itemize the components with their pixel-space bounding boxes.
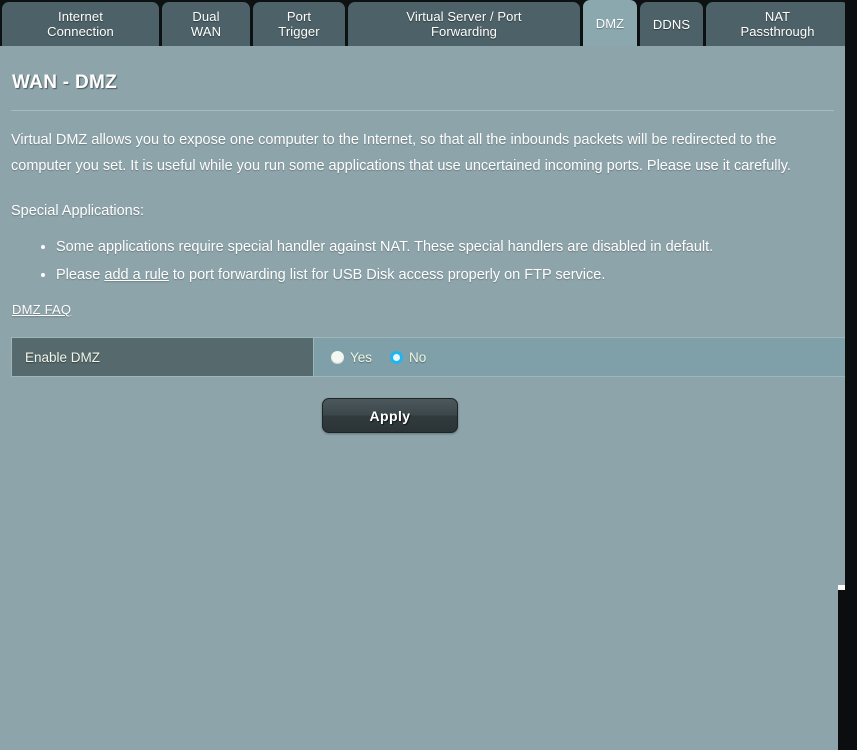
apply-button[interactable]: Apply bbox=[322, 398, 458, 433]
list-item-text: Some applications require special handle… bbox=[56, 239, 714, 255]
dmz-faq-link[interactable]: DMZ FAQ bbox=[12, 302, 71, 317]
special-applications-heading: Special Applications: bbox=[11, 203, 144, 219]
right-edge-strip bbox=[845, 0, 857, 750]
tab-ddns[interactable]: DDNS bbox=[640, 2, 703, 46]
tab-dual-wan[interactable]: Dual WAN bbox=[162, 2, 250, 46]
tab-nat-passthrough[interactable]: NAT Passthrough bbox=[706, 2, 849, 46]
add-a-rule-link[interactable]: add a rule bbox=[104, 267, 169, 283]
tab-bar: Internet Connection Dual WAN Port Trigger V… bbox=[0, 0, 849, 46]
radio-dot-icon[interactable] bbox=[390, 350, 404, 364]
enable-dmz-label: Enable DMZ bbox=[12, 338, 314, 376]
page-title: WAN - DMZ bbox=[12, 72, 118, 93]
tab-port-trigger[interactable]: Port Trigger bbox=[253, 2, 345, 46]
tab-internet-connection[interactable]: Internet Connection bbox=[2, 2, 159, 46]
radio-dot-icon[interactable] bbox=[331, 350, 344, 364]
list-item-text: Please bbox=[56, 267, 105, 283]
apply-button-row: Apply bbox=[11, 398, 849, 433]
list-item: Some applications require special handle… bbox=[56, 233, 834, 261]
special-applications-list: Some applications require special handle… bbox=[11, 233, 834, 289]
list-item-text-after: to port forwarding list for USB Disk acc… bbox=[168, 267, 606, 283]
dmz-settings-panel: WAN - DMZ Virtual DMZ allows you to expo… bbox=[0, 46, 849, 750]
intro-description: Virtual DMZ allows you to expose one com… bbox=[11, 132, 791, 174]
enable-dmz-radio-no[interactable]: No bbox=[390, 350, 426, 365]
enable-dmz-radio-group: Yes No bbox=[331, 350, 426, 365]
settings-table: Enable DMZ Yes No bbox=[11, 337, 849, 377]
list-item: Please add a rule to port forwarding lis… bbox=[56, 261, 834, 289]
router-admin-screen: Internet Connection Dual WAN Port Trigger V… bbox=[0, 0, 857, 750]
tab-dmz[interactable]: DMZ bbox=[583, 0, 637, 46]
enable-dmz-value-cell: Yes No bbox=[314, 338, 848, 376]
radio-label: Yes bbox=[350, 349, 373, 365]
radio-label: No bbox=[409, 349, 427, 365]
tab-virtual-server---port-forwarding[interactable]: Virtual Server / Port Forwarding bbox=[348, 2, 580, 46]
right-edge-strip-lower bbox=[838, 590, 846, 750]
title-divider bbox=[11, 110, 834, 111]
enable-dmz-radio-yes[interactable]: Yes bbox=[331, 350, 372, 365]
